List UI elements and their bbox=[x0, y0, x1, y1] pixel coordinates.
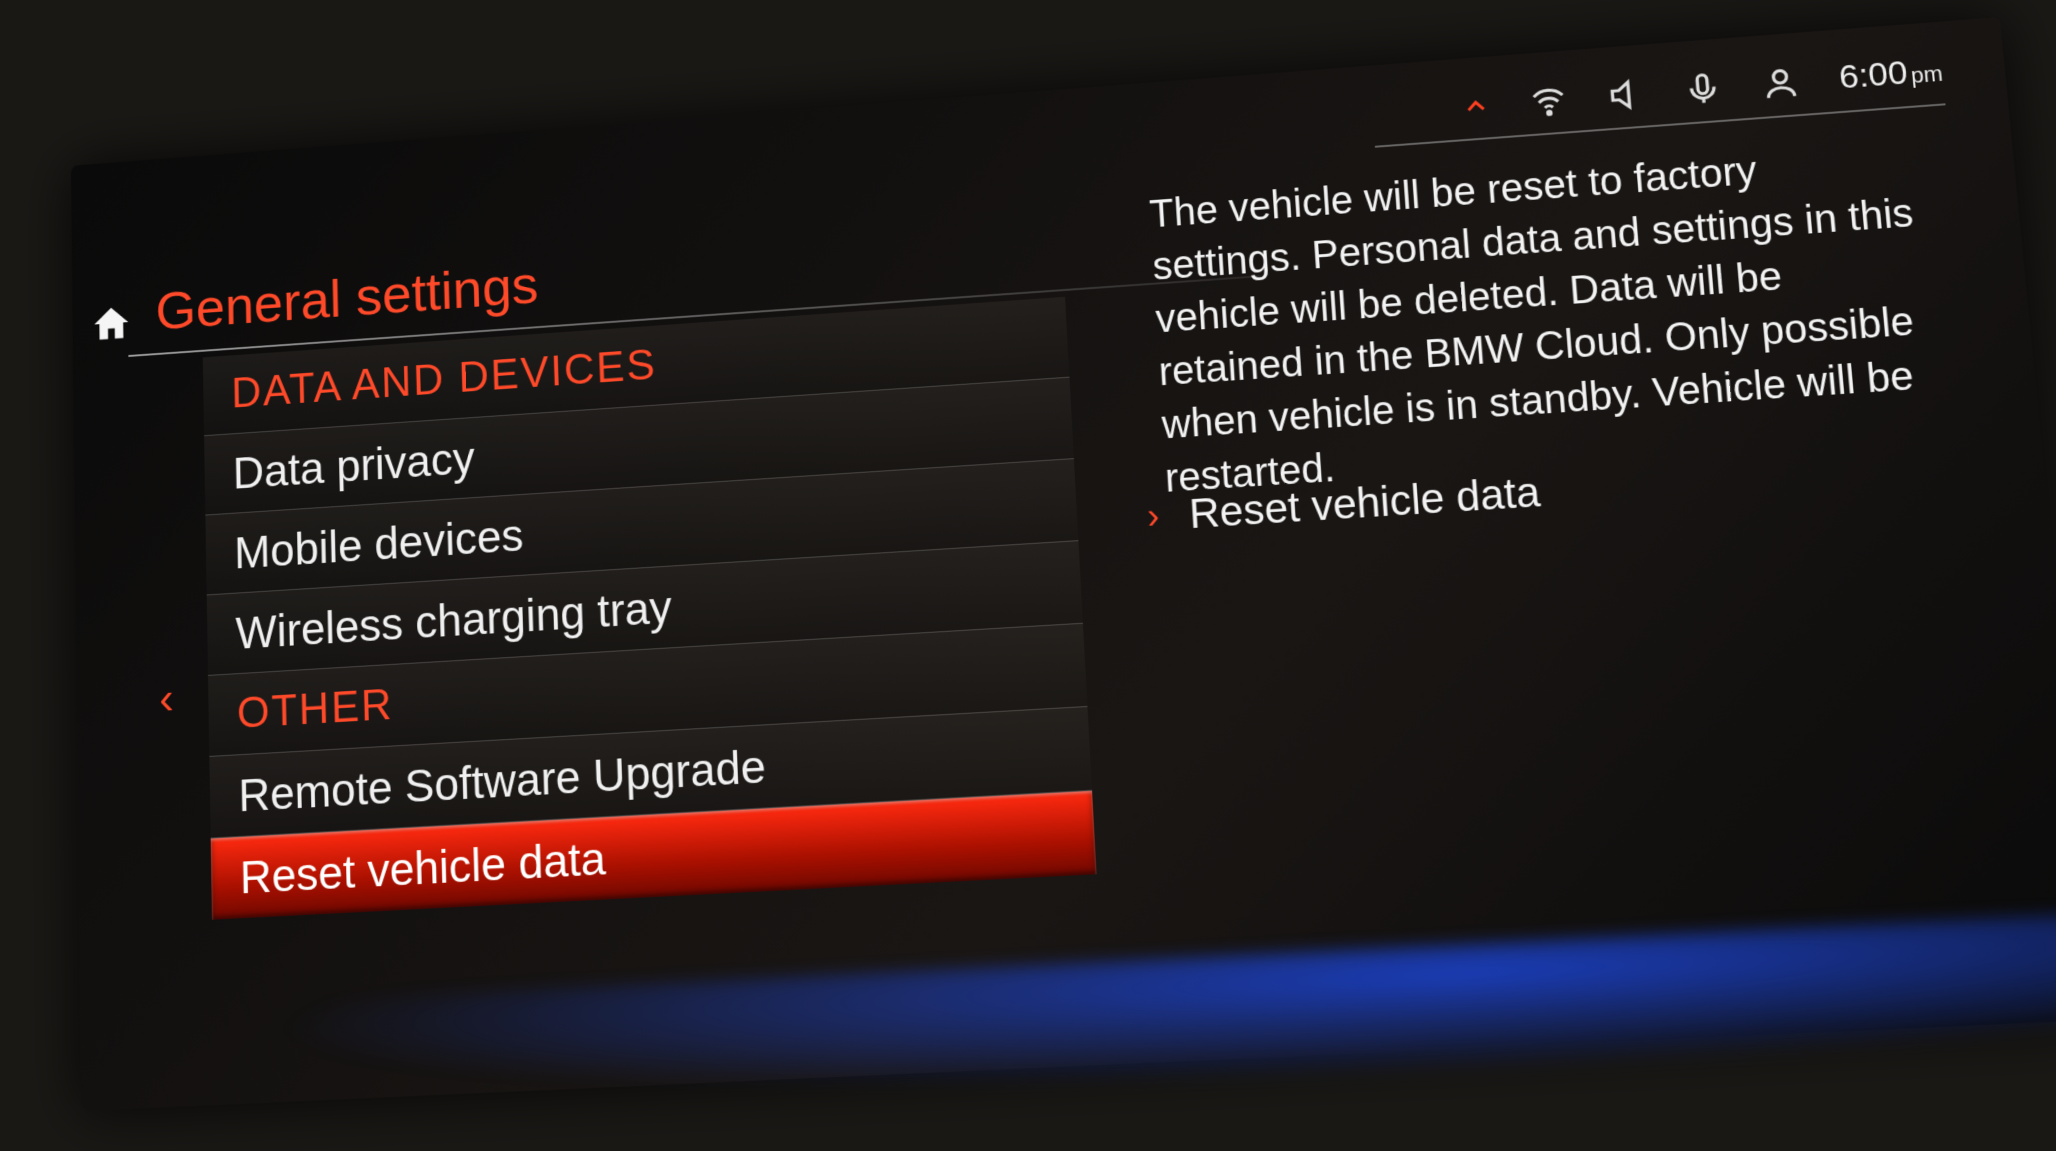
chevron-left-icon[interactable]: ‹ bbox=[159, 671, 174, 724]
wifi-icon[interactable] bbox=[1528, 80, 1569, 120]
speaker-icon[interactable] bbox=[1605, 74, 1647, 114]
clock: 6:00pm bbox=[1838, 51, 1945, 97]
settings-menu: DATA AND DEVICES Data privacy Mobile dev… bbox=[203, 297, 1097, 920]
microphone-icon[interactable] bbox=[1682, 68, 1724, 108]
ambient-glow bbox=[80, 913, 2056, 1151]
status-bar: 6:00pm bbox=[1371, 51, 1945, 147]
status-alert-icon[interactable] bbox=[1460, 90, 1492, 121]
page-title: General settings bbox=[155, 253, 539, 350]
infotainment-screen: 6:00pm General settings ‹ DATA AND DEVIC… bbox=[71, 17, 2056, 1111]
detail-text: The vehicle will be reset to factory set… bbox=[1148, 133, 1936, 506]
clock-ampm: pm bbox=[1910, 61, 1944, 88]
home-icon[interactable] bbox=[91, 301, 132, 345]
profile-icon[interactable] bbox=[1760, 63, 1802, 103]
chevron-right-icon: › bbox=[1146, 495, 1160, 537]
clock-time: 6:00 bbox=[1838, 54, 1910, 96]
